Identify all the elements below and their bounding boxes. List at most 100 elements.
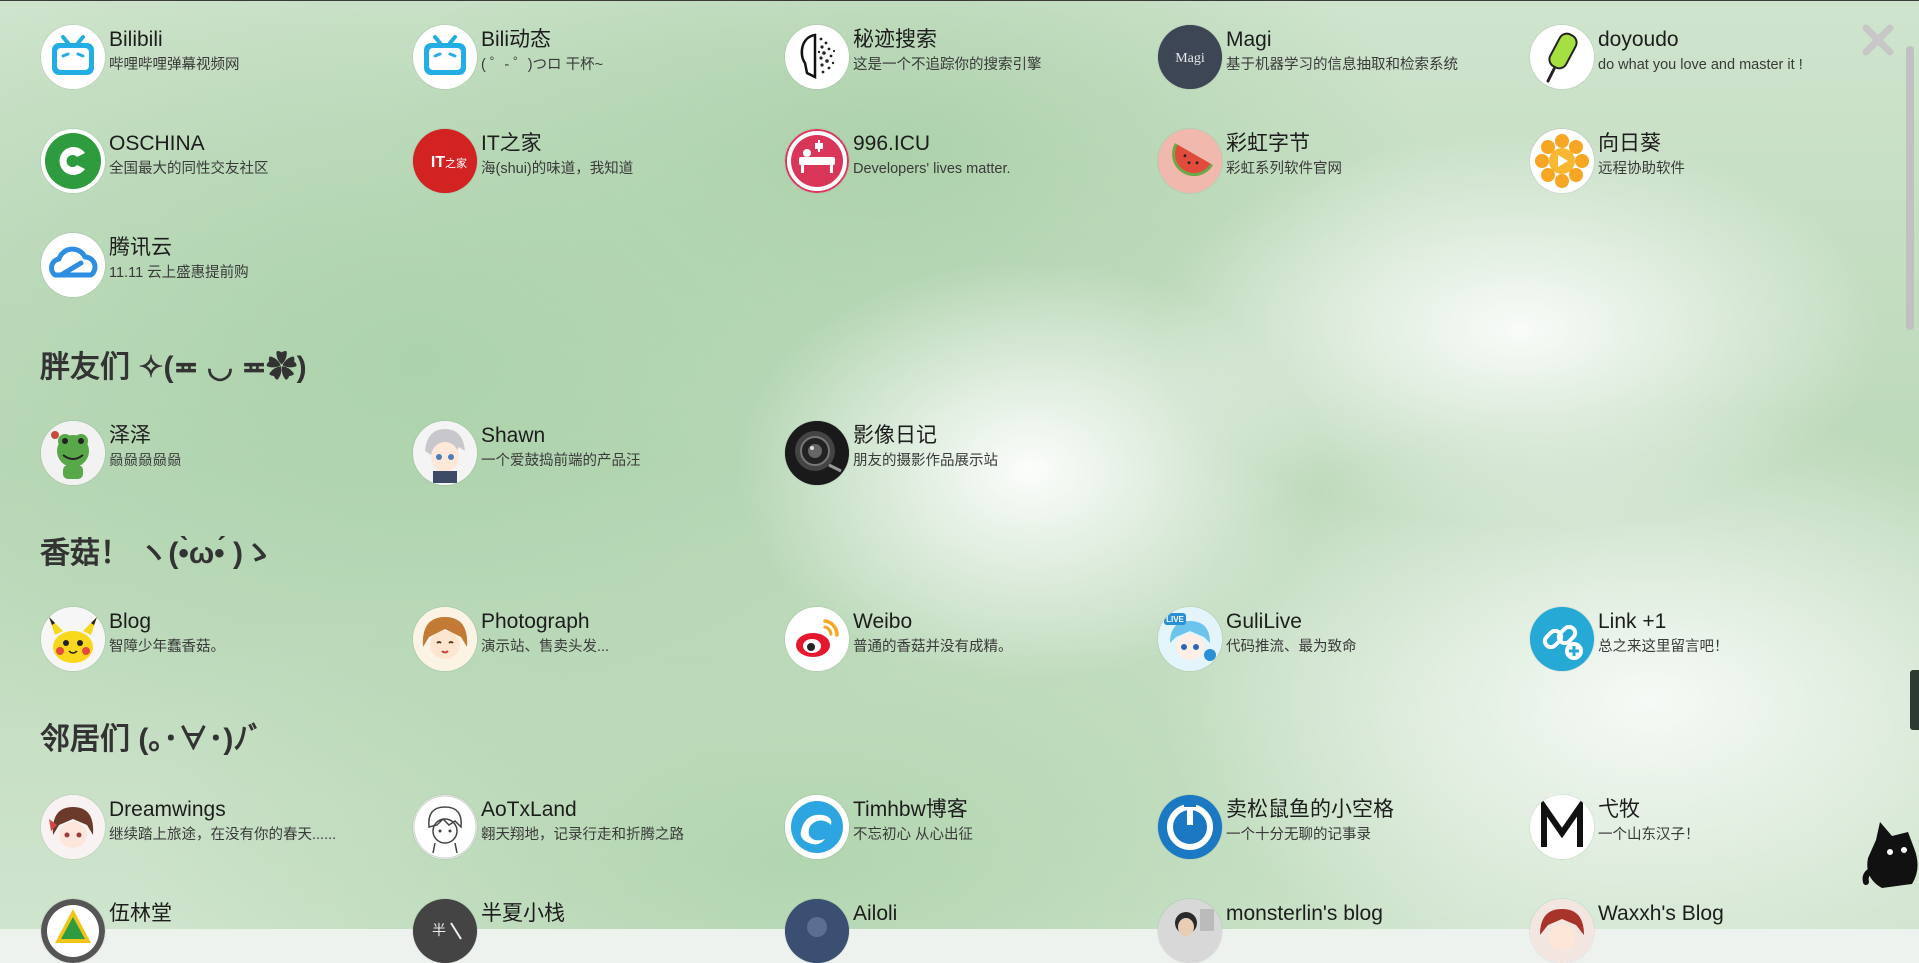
ithome-logo-icon: IT 之家 bbox=[413, 129, 477, 193]
neighbor-item[interactable]: 半 半夏小栈 bbox=[413, 899, 565, 963]
link-name: Bili动态 bbox=[481, 28, 552, 51]
link-desc: 不忘初心 从心出征 bbox=[853, 827, 974, 843]
link-item-bili-dynamic[interactable]: Bili动态 ( ゜- ゜)つロ 干杯~ bbox=[413, 25, 603, 89]
link-name: GuliLive bbox=[1226, 610, 1302, 633]
link-name: Blog bbox=[109, 610, 152, 633]
friend-item[interactable]: 泽泽 赑赑赑赑赑 bbox=[41, 421, 182, 485]
hospital-bed-icon bbox=[785, 129, 849, 193]
neighbor-item[interactable]: monsterlin's blog bbox=[1158, 899, 1383, 963]
neighbor-item[interactable]: 伍林堂 bbox=[41, 899, 172, 963]
popsicle-icon bbox=[1530, 25, 1594, 89]
watermelon-icon bbox=[1158, 129, 1222, 193]
power-ring-icon bbox=[1158, 795, 1222, 859]
frog-avatar-icon bbox=[41, 421, 105, 485]
link-name: 996.ICU bbox=[853, 132, 931, 155]
link-item-996icu[interactable]: 996.ICU Developers' lives matter. bbox=[785, 129, 1011, 193]
neighbor-item[interactable]: Waxxh's Blog bbox=[1530, 899, 1724, 963]
link-desc: 基于机器学习的信息抽取和检索系统 bbox=[1226, 57, 1458, 73]
neighbor-item[interactable]: Dreamwings 继续踏上旅途，在没有你的春天...... bbox=[41, 795, 336, 859]
link-name: 半夏小栈 bbox=[481, 902, 565, 925]
link-desc: 翱天翔地，记录行走和折腾之路 bbox=[481, 827, 684, 843]
link-desc: 这是一个不追踪你的搜索引擎 bbox=[853, 57, 1042, 73]
link-desc: 普通的香菇并没有成精。 bbox=[853, 639, 1013, 655]
link-name: 影像日记 bbox=[853, 424, 937, 447]
link-desc: 总之来这里留言吧！ bbox=[1598, 639, 1729, 655]
link-desc: 11.11 云上盛惠提前购 bbox=[109, 265, 249, 281]
link-item-mijisou[interactable]: 秘迹搜索这是一个不追踪你的搜索引擎 bbox=[785, 25, 1042, 89]
link-desc: 彩虹系列软件官网 bbox=[1226, 161, 1342, 177]
sketch-avatar-icon bbox=[413, 795, 477, 859]
link-name: Bilibili bbox=[109, 28, 163, 51]
link-item-oschina[interactable]: OSCHINA 全国最大的同性交友社区 bbox=[41, 129, 269, 193]
person-photo-icon bbox=[1158, 899, 1222, 963]
cat-mascot-icon[interactable] bbox=[1862, 818, 1919, 890]
link-desc: 演示站、售卖头发... bbox=[481, 639, 610, 655]
link-item-bilibili[interactable]: Bilibili 哔哩哔哩弹幕视频网 bbox=[41, 25, 240, 89]
link-desc: ( ゜- ゜)つロ 干杯~ bbox=[481, 57, 604, 73]
anime-girl-avatar-icon bbox=[413, 607, 477, 671]
mushroom-item[interactable]: Link +1 总之来这里留言吧！ bbox=[1530, 607, 1729, 671]
magi-logo-icon: Magi bbox=[1158, 25, 1222, 89]
scrollbar-thumb[interactable] bbox=[1906, 46, 1914, 330]
bilibili-tv-icon bbox=[41, 25, 105, 89]
side-player-handle[interactable] bbox=[1910, 670, 1919, 730]
close-button[interactable] bbox=[1858, 20, 1898, 60]
link-name: Timhbw博客 bbox=[853, 798, 968, 821]
friend-item[interactable]: Shawn 一个爱鼓捣前端的产品汪 bbox=[413, 421, 641, 485]
mushroom-item[interactable]: Blog 智障少年蠢香菇。 bbox=[41, 607, 225, 671]
link-name: Magi bbox=[1226, 28, 1272, 51]
close-icon bbox=[1862, 24, 1894, 56]
letter-m-logo-icon bbox=[1530, 795, 1594, 859]
mushroom-item[interactable]: Weibo 普通的香菇并没有成精。 bbox=[785, 607, 1013, 671]
link-item-doyoudo[interactable]: doyoudo do what you love and master it ! bbox=[1530, 25, 1803, 89]
link-name: 秘迹搜索 bbox=[853, 28, 937, 51]
link-plus-icon bbox=[1530, 607, 1594, 671]
pikachu-avatar-icon bbox=[41, 607, 105, 671]
dotted-face-logo-icon bbox=[785, 25, 849, 89]
sunflower-icon bbox=[1530, 129, 1594, 193]
link-item-ithome[interactable]: IT 之家 IT之家 海(shui)的味道，我知道 bbox=[413, 129, 633, 193]
links-page: Bilibili 哔哩哔哩弹幕视频网 Bili动态 ( ゜- ゜)つロ 干杯~ 秘迹… bbox=[0, 0, 1900, 963]
svg-text:Magi: Magi bbox=[1175, 51, 1205, 66]
link-desc: 智障少年蠢香菇。 bbox=[109, 639, 225, 655]
link-name: Waxxh's Blog bbox=[1598, 902, 1724, 925]
mushroom-item[interactable]: Photograph 演示站、售卖头发... bbox=[413, 607, 609, 671]
svg-text:LIVE: LIVE bbox=[1166, 615, 1184, 624]
link-name: IT之家 bbox=[481, 132, 542, 155]
link-item-magi[interactable]: Magi Magi 基于机器学习的信息抽取和检索系统 bbox=[1158, 25, 1458, 89]
calligraphy-logo-icon: 半 bbox=[413, 899, 477, 963]
link-desc: 哔哩哔哩弹幕视频网 bbox=[109, 57, 240, 73]
top-border bbox=[0, 0, 1919, 1]
link-desc: 代码推流、最为致命 bbox=[1226, 639, 1357, 655]
link-name: 弋牧 bbox=[1598, 798, 1640, 821]
bilibili-tv-icon bbox=[413, 25, 477, 89]
anime-avatar-icon bbox=[41, 795, 105, 859]
friend-item[interactable]: 影像日记朋友的摄影作品展示站 bbox=[785, 421, 998, 485]
neighbor-item[interactable]: 卖松鼠鱼的小空格 一个十分无聊的记事录 bbox=[1158, 795, 1394, 859]
cloud-icon bbox=[41, 233, 105, 297]
neighbor-item[interactable]: Ailoli bbox=[785, 899, 897, 963]
svg-text:IT: IT bbox=[431, 154, 445, 171]
link-item-rainbow-bytes[interactable]: 彩虹字节 彩虹系列软件官网 bbox=[1158, 129, 1342, 193]
link-name: 泽泽 bbox=[109, 424, 151, 447]
camera-lens-icon bbox=[785, 421, 849, 485]
neighbor-item[interactable]: 弋牧一个山东汉子！ bbox=[1530, 795, 1700, 859]
link-desc: 远程协助软件 bbox=[1598, 161, 1685, 177]
link-item-tencent-cloud[interactable]: 腾讯云 11.11 云上盛惠提前购 bbox=[41, 233, 249, 297]
neighbor-item[interactable]: AoTxLand 翱天翔地，记录行走和折腾之路 bbox=[413, 795, 684, 859]
colorful-ring-icon bbox=[41, 899, 105, 963]
section-heading-mushroom: 香菇！ ヽ(•̀ω•́ )ゝ bbox=[40, 537, 273, 570]
svg-text:半: 半 bbox=[432, 923, 446, 939]
link-desc: 一个山东汉子！ bbox=[1598, 827, 1700, 843]
neighbor-item[interactable]: Timhbw博客不忘初心 从心出征 bbox=[785, 795, 973, 859]
link-name: 腾讯云 bbox=[109, 236, 172, 259]
section-heading-neighbors: 邻居们 (｡･∀･)ﾉﾞ bbox=[40, 723, 264, 756]
link-name: OSCHINA bbox=[109, 132, 205, 155]
link-name: 向日葵 bbox=[1598, 132, 1661, 155]
link-name: AoTxLand bbox=[481, 798, 577, 821]
link-desc: 朋友的摄影作品展示站 bbox=[853, 453, 998, 469]
link-desc: 赑赑赑赑赑 bbox=[109, 453, 182, 469]
link-item-sunflower[interactable]: 向日葵 远程协助软件 bbox=[1530, 129, 1685, 193]
mushroom-item[interactable]: LIVE GuliLive 代码推流、最为致命 bbox=[1158, 607, 1357, 671]
link-desc: 继续踏上旅途，在没有你的春天...... bbox=[109, 827, 337, 843]
